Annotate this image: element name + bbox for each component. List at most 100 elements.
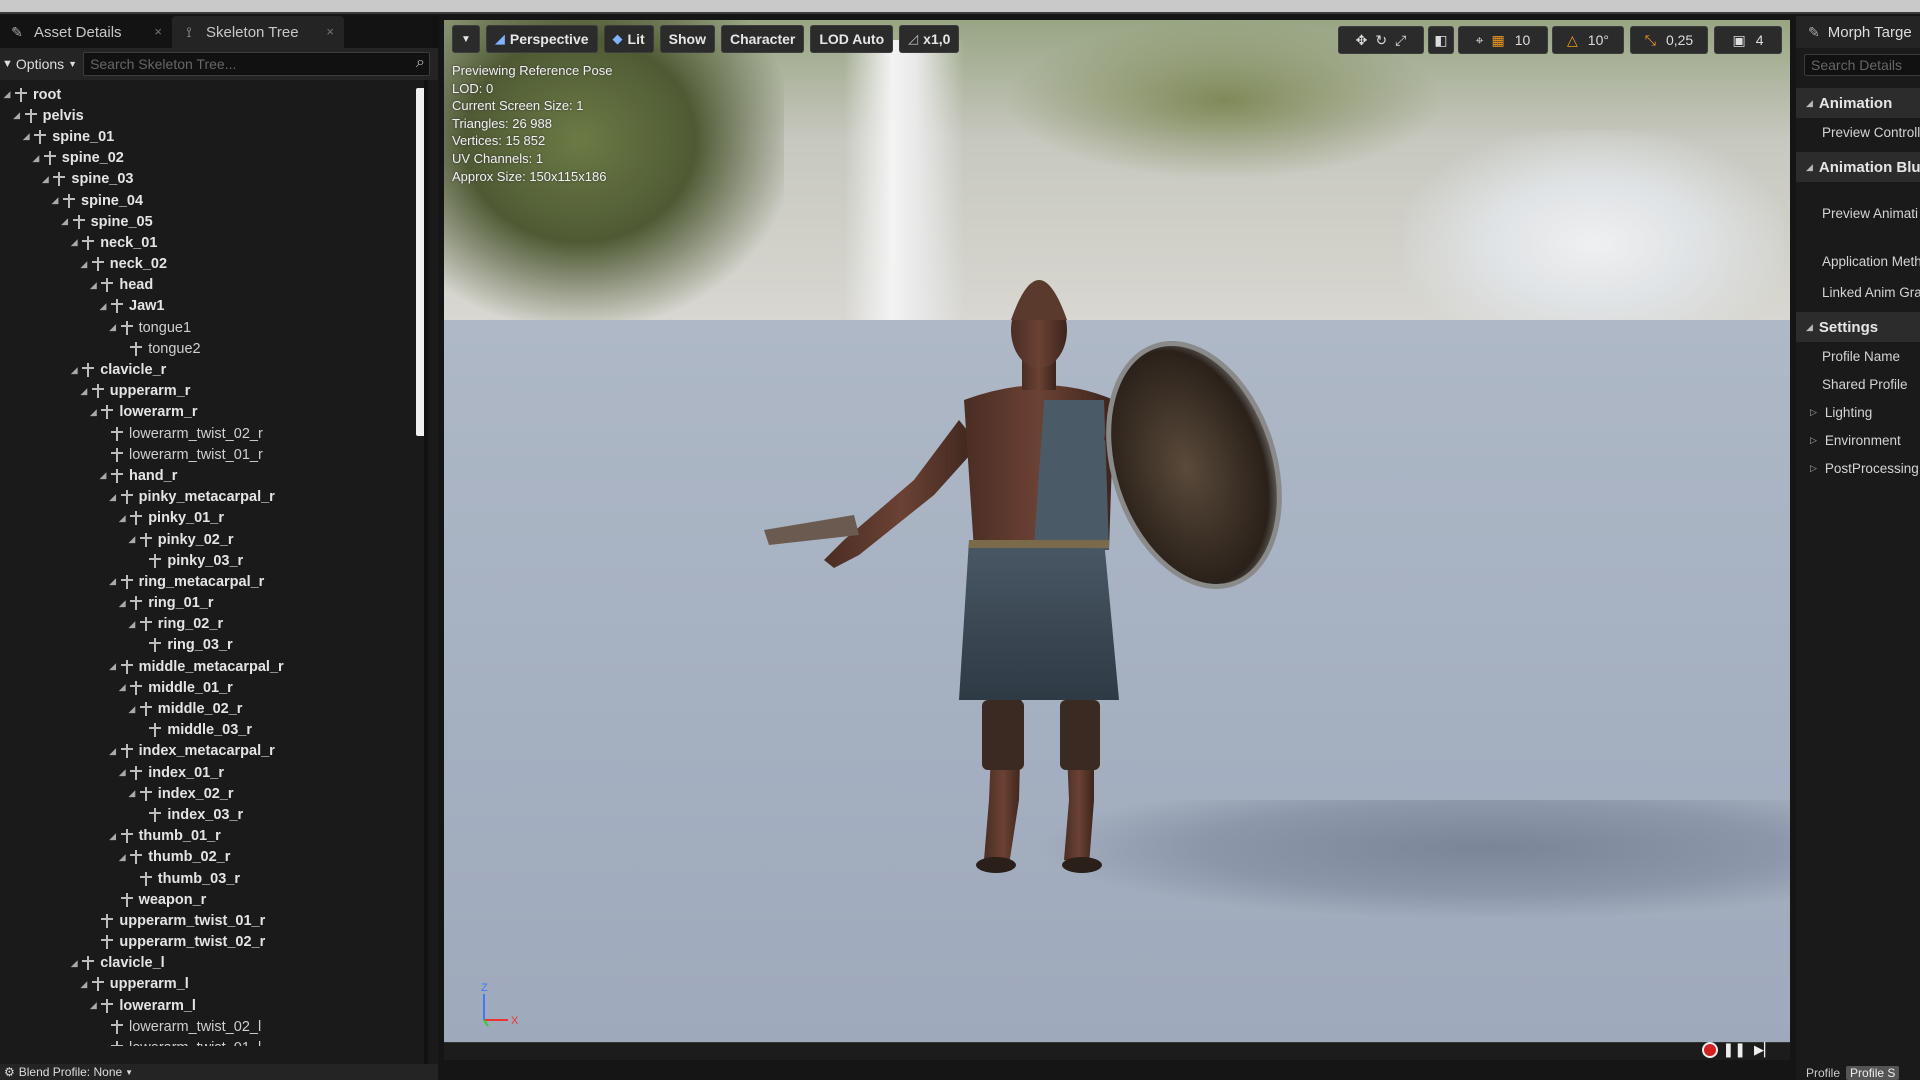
expand-arrow-icon[interactable]: ◢ bbox=[108, 746, 118, 757]
expand-arrow-icon[interactable]: ◢ bbox=[117, 598, 127, 609]
expand-arrow-icon[interactable]: ◢ bbox=[108, 492, 118, 503]
expand-arrow-icon[interactable]: ◢ bbox=[2, 89, 12, 100]
scale-icon[interactable]: ⤢ bbox=[1395, 32, 1406, 49]
close-tab-icon[interactable]: × bbox=[326, 24, 334, 39]
details-search-input[interactable] bbox=[1811, 57, 1920, 73]
bone-row[interactable]: ◢ spine_01 bbox=[0, 126, 438, 147]
bone-row[interactable]: ◢ thumb_01_r bbox=[0, 826, 438, 847]
collapsed-arrow-icon[interactable]: ▷ bbox=[1810, 435, 1817, 446]
expand-arrow-icon[interactable]: ◢ bbox=[69, 958, 79, 969]
scale-snap-value[interactable]: 0,25 bbox=[1666, 32, 1693, 48]
expand-arrow-icon[interactable]: ◢ bbox=[21, 131, 31, 142]
collapsed-arrow-icon[interactable]: ▷ bbox=[1810, 407, 1817, 418]
bone-row[interactable]: ◢ clavicle_l bbox=[0, 953, 438, 974]
expand-arrow-icon[interactable]: ◢ bbox=[98, 301, 108, 312]
expand-arrow-icon[interactable]: ◢ bbox=[127, 788, 137, 799]
bone-row[interactable]: lowerarm_twist_01_r bbox=[0, 444, 438, 465]
bone-row[interactable]: ◢ root bbox=[0, 84, 438, 105]
character-button[interactable]: Character bbox=[720, 25, 805, 53]
bone-row[interactable]: pinky_03_r bbox=[0, 550, 438, 571]
expand-arrow-icon[interactable]: ◢ bbox=[117, 767, 127, 778]
transform-tools-group[interactable]: ✥ ↻ ⤢ bbox=[1338, 26, 1424, 54]
step-forward-button[interactable]: ▶▏ bbox=[1754, 1042, 1774, 1058]
expand-arrow-icon[interactable]: ◢ bbox=[69, 365, 79, 376]
bone-row[interactable]: ring_03_r bbox=[0, 635, 438, 656]
expand-arrow-icon[interactable]: ◢ bbox=[117, 852, 127, 863]
coordinate-system-button[interactable]: ◧ bbox=[1428, 26, 1454, 54]
bone-row[interactable]: ◢ index_02_r bbox=[0, 783, 438, 804]
bone-row[interactable]: ◢ Jaw1 bbox=[0, 296, 438, 317]
playback-speed-button[interactable]: ◿ x1,0 bbox=[899, 25, 960, 53]
bone-row[interactable]: ◢ tongue1 bbox=[0, 317, 438, 338]
bone-row[interactable]: ◢ thumb_02_r bbox=[0, 847, 438, 868]
profile-selector[interactable]: Profile S bbox=[1846, 1066, 1900, 1080]
rotate-icon[interactable]: ↻ bbox=[1375, 32, 1387, 49]
expand-arrow-icon[interactable]: ◢ bbox=[127, 534, 137, 545]
expand-arrow-icon[interactable]: ◢ bbox=[79, 979, 89, 990]
details-property[interactable]: ▷ Environment bbox=[1796, 426, 1920, 454]
expand-arrow-icon[interactable]: ◢ bbox=[69, 237, 79, 248]
expand-arrow-icon[interactable]: ◢ bbox=[108, 576, 118, 587]
expand-arrow-icon[interactable]: ◢ bbox=[31, 153, 41, 164]
expand-arrow-icon[interactable]: ◢ bbox=[88, 407, 98, 418]
details-property[interactable]: ▷ PostProcessing bbox=[1796, 454, 1920, 482]
collapsed-arrow-icon[interactable]: ▷ bbox=[1810, 463, 1817, 474]
expand-arrow-icon[interactable]: ◢ bbox=[79, 259, 89, 270]
surface-snap-icon[interactable]: ⌖ bbox=[1476, 32, 1484, 49]
skeleton-search-input[interactable] bbox=[90, 56, 429, 72]
expand-arrow-icon[interactable]: ◢ bbox=[127, 704, 137, 715]
bone-row[interactable]: ◢ lowerarm_l bbox=[0, 995, 438, 1016]
expand-arrow-icon[interactable]: ◢ bbox=[12, 110, 22, 121]
close-tab-icon[interactable]: × bbox=[154, 24, 162, 39]
bone-row[interactable]: ◢ spine_03 bbox=[0, 169, 438, 190]
expand-arrow-icon[interactable]: ◢ bbox=[88, 280, 98, 291]
scale-snap-icon[interactable]: ⤡ bbox=[1645, 32, 1656, 49]
show-button[interactable]: Show bbox=[659, 25, 715, 53]
blend-profile-bar[interactable]: ⚙ Blend Profile: None ▼ bbox=[0, 1064, 438, 1080]
bone-row[interactable]: ◢ index_01_r bbox=[0, 762, 438, 783]
bone-row[interactable]: ◢ upperarm_r bbox=[0, 381, 438, 402]
tab-morph-targets[interactable]: ✎ Morph Targe bbox=[1796, 16, 1920, 48]
bone-row[interactable]: ◢ upperarm_l bbox=[0, 974, 438, 995]
bone-row[interactable]: upperarm_twist_02_r bbox=[0, 932, 438, 953]
details-section-header[interactable]: ◢ Settings bbox=[1796, 312, 1920, 342]
bone-row[interactable]: ◢ neck_01 bbox=[0, 232, 438, 253]
grid-snap-icon[interactable]: ▦ bbox=[1492, 32, 1505, 49]
expand-arrow-icon[interactable]: ◢ bbox=[108, 661, 118, 672]
expand-arrow-icon[interactable]: ◢ bbox=[117, 682, 127, 693]
timeline-bar[interactable]: ❚❚ ▶▏ bbox=[444, 1041, 1790, 1060]
record-button[interactable] bbox=[1702, 1042, 1718, 1058]
viewport[interactable]: ▼ ◢ Perspective ◆ Lit Show Character LOD A… bbox=[444, 20, 1790, 1060]
details-section-header[interactable]: ◢ Animation bbox=[1796, 88, 1920, 118]
bone-row[interactable]: upperarm_twist_01_r bbox=[0, 910, 438, 931]
bone-row[interactable]: ◢ index_metacarpal_r bbox=[0, 741, 438, 762]
bone-row[interactable]: weapon_r bbox=[0, 889, 438, 910]
grid-snap-group[interactable]: ⌖ ▦ 10 bbox=[1458, 26, 1548, 54]
rotation-snap-group[interactable]: △ 10° bbox=[1552, 26, 1624, 54]
perspective-button[interactable]: ◢ Perspective bbox=[485, 25, 598, 53]
rotation-snap-icon[interactable]: △ bbox=[1567, 32, 1578, 49]
bone-row[interactable]: ◢ middle_02_r bbox=[0, 698, 438, 719]
translate-icon[interactable]: ✥ bbox=[1356, 32, 1368, 49]
details-section-header[interactable]: ◢ Animation Blue bbox=[1796, 152, 1920, 182]
expand-arrow-icon[interactable]: ◢ bbox=[60, 216, 70, 227]
expand-arrow-icon[interactable]: ◢ bbox=[40, 174, 50, 185]
tab-asset-details[interactable]: ✎ Asset Details × bbox=[0, 16, 172, 48]
expand-arrow-icon[interactable]: ◢ bbox=[117, 513, 127, 524]
bone-row[interactable]: lowerarm_twist_01_l bbox=[0, 1037, 438, 1046]
bone-row[interactable]: ◢ spine_05 bbox=[0, 211, 438, 232]
character-mesh[interactable] bbox=[764, 160, 1444, 900]
expand-arrow-icon[interactable]: ◢ bbox=[108, 322, 118, 333]
expand-arrow-icon[interactable]: ◢ bbox=[79, 386, 89, 397]
bone-row[interactable]: ◢ lowerarm_r bbox=[0, 402, 438, 423]
bone-row[interactable]: lowerarm_twist_02_l bbox=[0, 1016, 438, 1037]
bone-row[interactable]: ◢ ring_02_r bbox=[0, 614, 438, 635]
expand-arrow-icon[interactable]: ◢ bbox=[98, 470, 108, 481]
bone-row[interactable]: ◢ clavicle_r bbox=[0, 359, 438, 380]
bone-row[interactable]: ◢ ring_01_r bbox=[0, 593, 438, 614]
pause-button[interactable]: ❚❚ bbox=[1723, 1041, 1746, 1058]
bone-row[interactable]: ◢ head bbox=[0, 275, 438, 296]
lod-button[interactable]: LOD Auto bbox=[810, 25, 894, 53]
expand-arrow-icon[interactable]: ◢ bbox=[50, 195, 60, 206]
camera-speed-button[interactable]: ▣ 4 bbox=[1714, 26, 1782, 54]
